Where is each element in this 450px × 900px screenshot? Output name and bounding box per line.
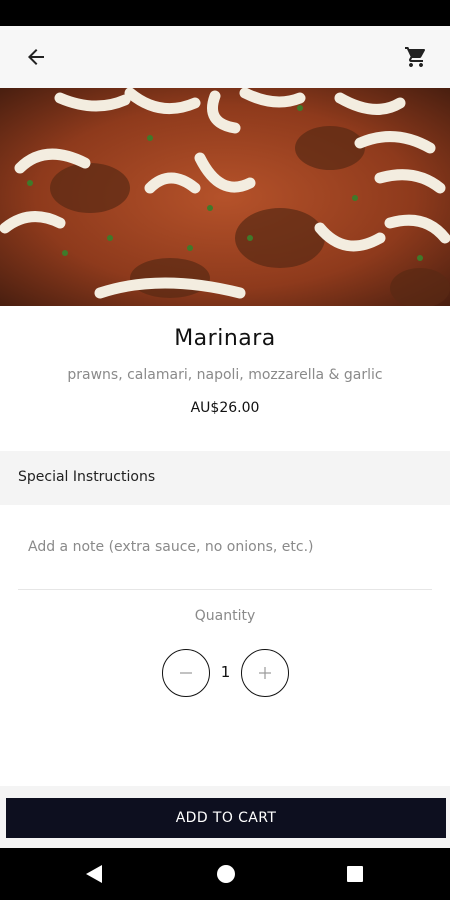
app-bar bbox=[0, 26, 450, 88]
product-price: AU$26.00 bbox=[190, 400, 260, 416]
shopping-cart-icon bbox=[405, 47, 426, 67]
plus-icon bbox=[259, 667, 271, 679]
cart-button[interactable] bbox=[400, 41, 432, 73]
quantity-label: Quantity bbox=[194, 608, 256, 624]
quantity-value: 1 bbox=[220, 663, 231, 681]
increase-quantity-button[interactable] bbox=[241, 649, 289, 697]
nav-back-icon[interactable] bbox=[84, 864, 104, 884]
back-button[interactable] bbox=[20, 41, 52, 73]
system-navigation-bar bbox=[0, 848, 450, 900]
special-instructions-input[interactable] bbox=[18, 530, 432, 564]
product-image bbox=[0, 88, 450, 306]
decrease-quantity-button[interactable] bbox=[162, 649, 210, 697]
divider bbox=[18, 589, 432, 590]
minus-icon bbox=[180, 672, 192, 674]
nav-home-icon[interactable] bbox=[217, 865, 235, 883]
special-instructions-header: Special Instructions bbox=[0, 451, 450, 505]
product-name: Marinara bbox=[174, 326, 276, 351]
product-description: prawns, calamari, napoli, mozzarella & g… bbox=[67, 367, 383, 383]
add-to-cart-button[interactable]: ADD TO CART bbox=[6, 798, 446, 838]
special-instructions-heading: Special Instructions bbox=[18, 469, 156, 485]
arrow-back-icon bbox=[28, 49, 44, 65]
nav-recents-icon[interactable] bbox=[347, 866, 363, 882]
status-bar bbox=[0, 0, 450, 26]
